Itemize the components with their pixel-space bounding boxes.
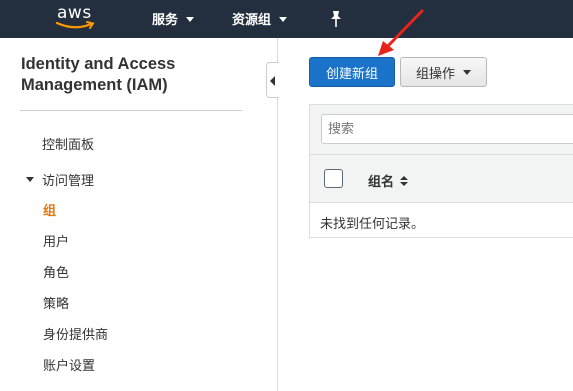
- sidebar-item-roles[interactable]: 角色: [43, 262, 69, 281]
- sidebar-item-groups[interactable]: 组: [43, 200, 56, 219]
- group-actions-button[interactable]: 组操作: [400, 57, 487, 87]
- services-label: 服务: [152, 13, 179, 28]
- aws-logo-text: aws: [57, 3, 92, 23]
- search-input[interactable]: [321, 114, 573, 144]
- chevron-left-icon: [270, 76, 275, 86]
- sidebar-title: Identity and Access Management (IAM): [21, 55, 176, 94]
- table-header: 组名: [310, 155, 573, 203]
- top-nav: aws 服务 资源组: [0, 0, 573, 38]
- column-header-group-name[interactable]: 组名: [368, 171, 409, 190]
- sidebar-collapse-toggle[interactable]: [266, 62, 279, 98]
- pin-icon[interactable]: [328, 10, 344, 28]
- services-menu[interactable]: 服务: [152, 9, 195, 28]
- select-all-checkbox[interactable]: [324, 169, 343, 188]
- search-bar: [310, 105, 573, 155]
- chevron-down-icon: [279, 16, 288, 22]
- sidebar-section-access-management[interactable]: 访问管理: [26, 170, 94, 189]
- aws-logo[interactable]: aws: [55, 3, 101, 33]
- chevron-down-icon: [186, 16, 195, 22]
- column-header-label: 组名: [368, 175, 395, 190]
- sidebar-item-account-settings[interactable]: 账户设置: [43, 355, 95, 374]
- sidebar-item-dashboard[interactable]: 控制面板: [42, 134, 94, 153]
- resource-groups-label: 资源组: [232, 13, 272, 28]
- chevron-down-icon: [26, 177, 34, 182]
- annotation-arrow-icon: [378, 9, 424, 56]
- divider: [20, 110, 242, 111]
- sort-icon: [400, 175, 409, 186]
- chevron-down-icon: [463, 69, 471, 75]
- sidebar-item-policies[interactable]: 策略: [43, 293, 69, 312]
- resource-groups-menu[interactable]: 资源组: [232, 9, 288, 28]
- empty-state-message: 未找到任何记录。: [320, 217, 425, 232]
- group-actions-label: 组操作: [415, 66, 455, 82]
- aws-smile-icon: [55, 21, 95, 29]
- create-group-button[interactable]: 创建新组: [309, 57, 395, 87]
- sidebar-item-identity-providers[interactable]: 身份提供商: [43, 324, 108, 343]
- sidebar-section-label: 访问管理: [42, 174, 95, 189]
- groups-table: 组名 未找到任何记录。: [309, 104, 573, 238]
- sidebar: Identity and Access Management (IAM) 控制面…: [0, 38, 278, 391]
- sidebar-item-users[interactable]: 用户: [43, 231, 69, 250]
